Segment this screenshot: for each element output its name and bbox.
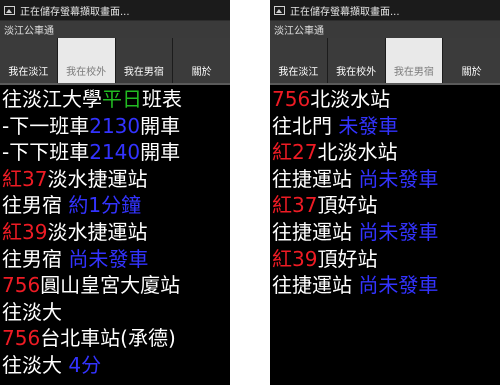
app-title: 淡江公車通 xyxy=(270,21,500,38)
eta: 尚未發車 xyxy=(358,166,439,191)
tab-at-tamkang[interactable]: 我在淡江 xyxy=(0,38,58,83)
tab-label: 我在校外 xyxy=(66,67,107,78)
direction: 往淡大 xyxy=(2,299,62,324)
tab-label: 我在校外 xyxy=(336,67,377,78)
direction: 往淡大 xyxy=(2,352,62,377)
stop-name: 台北車站(承德) xyxy=(40,326,176,351)
direction: 往捷運站 xyxy=(272,166,352,191)
eta: 4分 xyxy=(68,352,102,377)
tab-label: 我在男宿 xyxy=(393,67,434,78)
depart-label: 開車 xyxy=(140,140,181,165)
stop-name: 淡水捷運站 xyxy=(47,166,148,191)
tab-label: 我在男宿 xyxy=(123,67,164,78)
status-text: 正在儲存螢幕擷取畫面... xyxy=(20,6,130,18)
next-bus-line: -下一班車2130開車 xyxy=(2,113,230,140)
screenshot-icon xyxy=(274,5,285,15)
following-bus-label: -下下班車 xyxy=(2,140,90,165)
schedule-destination: 往淡江大學 xyxy=(2,87,102,111)
route-stop-line: 756圓山皇宮大廈站 xyxy=(2,272,230,299)
direction: 往捷運站 xyxy=(272,219,352,244)
next-bus-time: 2130 xyxy=(89,113,141,138)
tab-about[interactable]: 關於 xyxy=(173,38,230,83)
stop-name: 北淡水站 xyxy=(317,140,398,165)
tab-bar: 我在淡江 我在校外 我在男宿 關於 xyxy=(0,38,230,85)
eta: 尚未發車 xyxy=(358,219,439,244)
route-number: 紅37 xyxy=(2,166,48,191)
schedule-label: 班表 xyxy=(142,87,182,111)
tab-label: 關於 xyxy=(191,67,212,78)
direction: 往捷運站 xyxy=(272,273,352,298)
depart-label: 開車 xyxy=(140,113,181,138)
bus-info-list: 756北淡水站 往北門 未發車 紅27北淡水站 往捷運站 尚未發車 紅37頂好站… xyxy=(270,85,500,299)
tab-bar: 我在淡江 我在校外 我在男宿 關於 xyxy=(270,38,500,85)
following-bus-line: -下下班車2140開車 xyxy=(2,139,230,166)
direction-eta-line: 往淡大 xyxy=(2,299,230,326)
route-number: 紅37 xyxy=(272,193,318,218)
route-number: 紅39 xyxy=(2,219,48,244)
direction-eta-line: 往捷運站 尚未發車 xyxy=(272,166,500,193)
route-stop-line: 紅37淡水捷運站 xyxy=(2,166,230,193)
stop-name: 淡水捷運站 xyxy=(47,219,148,244)
direction-eta-line: 往北門 未發車 xyxy=(272,113,500,140)
tab-label: 我在淡江 xyxy=(278,67,319,78)
eta: 未發車 xyxy=(338,113,399,138)
route-stop-line: 紅39頂好站 xyxy=(272,246,500,273)
direction-eta-line: 往男宿 尚未發車 xyxy=(2,246,230,273)
route-number: 756 xyxy=(2,273,41,298)
route-stop-line: 紅37頂好站 xyxy=(272,192,500,219)
route-stop-line: 756北淡水站 xyxy=(272,86,500,113)
eta: 尚未發車 xyxy=(358,273,439,298)
status-bar: 正在儲存螢幕擷取畫面... xyxy=(0,0,230,21)
direction: 往男宿 xyxy=(2,246,62,271)
direction-eta-line: 往捷運站 尚未發車 xyxy=(272,272,500,299)
phone-screen-left: 正在儲存螢幕擷取畫面... 淡江公車通 我在淡江 我在校外 我在男宿 關於 往淡… xyxy=(0,0,230,385)
tab-at-dorm[interactable]: 我在男宿 xyxy=(115,38,174,83)
tab-label: 我在淡江 xyxy=(8,67,49,78)
tab-label: 關於 xyxy=(461,67,482,78)
direction: 往男宿 xyxy=(2,193,62,218)
weekday-label: 平日 xyxy=(102,87,142,111)
screenshot-icon xyxy=(4,5,15,15)
route-stop-line: 756台北車站(承德) xyxy=(2,325,230,352)
phone-screen-right: 正在儲存螢幕擷取畫面... 淡江公車通 我在淡江 我在校外 我在男宿 關於 75… xyxy=(270,0,500,385)
direction-eta-line: 往男宿 約1分鐘 xyxy=(2,192,230,219)
route-stop-line: 紅39淡水捷運站 xyxy=(2,219,230,246)
next-bus-label: -下一班車 xyxy=(2,113,90,138)
stop-name: 頂好站 xyxy=(317,193,378,218)
route-number: 紅39 xyxy=(272,246,318,271)
tab-off-campus[interactable]: 我在校外 xyxy=(327,38,386,83)
route-stop-line: 紅27北淡水站 xyxy=(272,139,500,166)
route-number: 756 xyxy=(2,326,41,351)
eta: 尚未發車 xyxy=(68,246,149,271)
app-title: 淡江公車通 xyxy=(0,21,230,38)
status-bar: 正在儲存螢幕擷取畫面... xyxy=(270,0,500,21)
bus-info-list: 往淡江大學平日班表 -下一班車2130開車 -下下班車2140開車 紅37淡水捷… xyxy=(0,85,230,379)
direction: 往北門 xyxy=(272,113,332,138)
stop-name: 頂好站 xyxy=(317,246,378,271)
eta: 約1分鐘 xyxy=(68,193,142,218)
direction-eta-line: 往淡大 4分 xyxy=(2,352,230,379)
tab-about[interactable]: 關於 xyxy=(443,38,500,83)
route-number: 紅27 xyxy=(272,140,318,165)
stop-name: 圓山皇宮大廈站 xyxy=(40,273,181,298)
stop-name: 北淡水站 xyxy=(310,87,391,111)
tab-at-tamkang[interactable]: 我在淡江 xyxy=(270,38,328,83)
tab-off-campus[interactable]: 我在校外 xyxy=(57,38,116,83)
schedule-header: 往淡江大學平日班表 xyxy=(2,86,230,113)
status-text: 正在儲存螢幕擷取畫面... xyxy=(290,6,400,18)
following-bus-time: 2140 xyxy=(89,140,141,165)
direction-eta-line: 往捷運站 尚未發車 xyxy=(272,219,500,246)
route-number: 756 xyxy=(272,87,311,111)
tab-at-dorm[interactable]: 我在男宿 xyxy=(385,38,444,83)
